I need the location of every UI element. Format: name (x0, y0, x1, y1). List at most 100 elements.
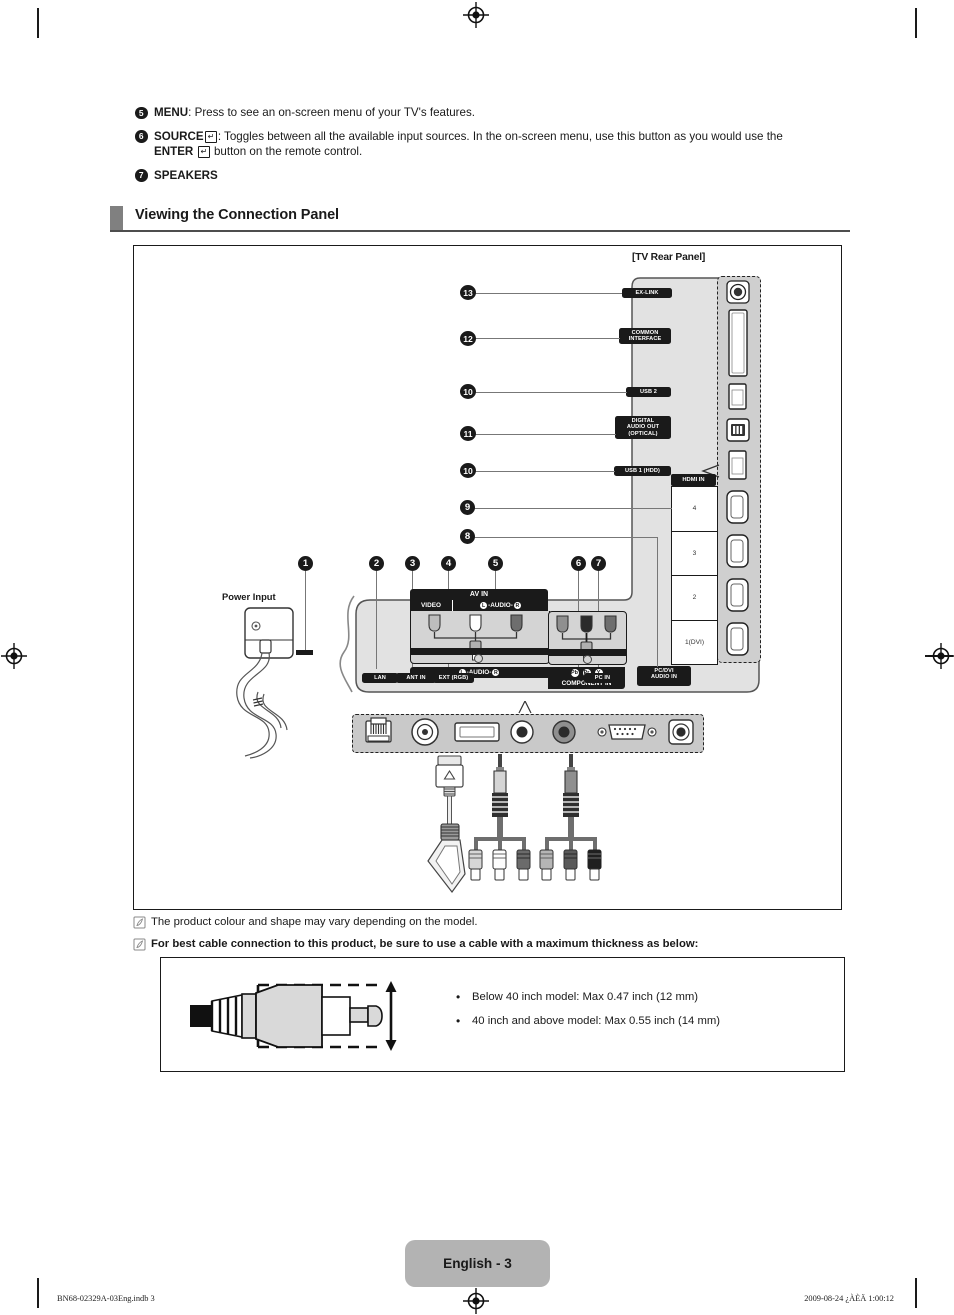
list-item: 5 MENU: Press to see an on-screen menu o… (135, 105, 835, 121)
notes-list: The product colour and shape may vary de… (133, 915, 853, 959)
callout-11: 11 (460, 426, 476, 441)
thickness-text: 40 inch and above model: Max 0.55 inch (… (472, 1015, 721, 1027)
hdmi-in-column: 4 3 2 1(DVI) (671, 486, 718, 665)
callout-6: 6 (571, 556, 586, 571)
list-item: 7 SPEAKERS (135, 168, 835, 184)
callout-10-usb2: 10 (460, 384, 476, 399)
callout-9: 9 (460, 500, 475, 515)
bullet-text: SOURCE ↵: Toggles between all the availab… (154, 129, 835, 160)
section-accent-bar (110, 206, 123, 230)
registration-mark-left (1, 643, 27, 669)
registration-mark-right (928, 643, 954, 669)
crop-mark-bottom-left (37, 1278, 39, 1308)
leader-line-lan (376, 571, 378, 669)
power-cable-graphic (229, 604, 324, 759)
hdmi-cell-4: 4 (672, 487, 717, 532)
chip-common-interface: COMMON INTERFACE (619, 328, 671, 345)
chip-ext-rgb: EXT (RGB) (433, 673, 474, 683)
enter-label: ENTER (154, 145, 194, 158)
strip-up-arrow (518, 700, 532, 715)
av-in-subheader: VIDEO L -AUDIO- R (410, 600, 548, 611)
callout-12: 12 (460, 331, 476, 346)
leader-line-usb1 (474, 470, 615, 472)
footer-timestamp: 2009-08-24 ¿ÀÈÄ 1:00:12 (804, 1294, 894, 1303)
leader-ex-link-line-2 (474, 292, 622, 294)
callout-7: 7 (591, 556, 606, 571)
chip-digital-audio-out: DIGITAL AUDIO OUT (OPTICAL) (615, 416, 671, 439)
av-in-jack-area (410, 611, 550, 664)
leader-line-avin (495, 571, 497, 589)
chip-ant-in: ANT IN (396, 673, 436, 683)
hdmi-cell-2: 2 (672, 576, 717, 621)
audio-left-icon: L (480, 602, 488, 609)
callout-4: 4 (441, 556, 456, 571)
bullet-number-7: 7 (135, 169, 152, 183)
bullet-badge: 5 (135, 106, 148, 119)
source-label: SOURCE (154, 129, 204, 143)
callout-5: 5 (488, 556, 503, 571)
page-number-badge: English - 3 (405, 1240, 550, 1287)
bullet-dot: • (456, 1014, 461, 1028)
video-label: VIDEO (410, 600, 453, 611)
callout-10-usb1: 10 (460, 463, 476, 478)
side-connector-ports (719, 278, 757, 659)
leader-line-usb2 (474, 391, 627, 393)
enter-description: button on the remote control. (213, 145, 363, 158)
cable-illustrations (424, 754, 609, 904)
menu-label: MENU (154, 106, 189, 119)
registration-mark-bottom (463, 1288, 489, 1314)
note-icon (133, 938, 151, 951)
note-text: The product colour and shape may vary de… (151, 916, 478, 928)
leader-line-digital-audio-out (474, 433, 616, 435)
power-input-label: Power Input (222, 591, 276, 602)
leader-line-common-interface (474, 338, 620, 340)
tv-rear-panel-label: [TV Rear Panel] (632, 252, 706, 263)
component-in-jack-area (548, 611, 627, 665)
component-pb-icon: Pb (570, 668, 579, 677)
hdmi-cell-3: 3 (672, 532, 717, 576)
component-screw-icon (583, 655, 592, 664)
audio-label-group: L -AUDIO- R (453, 600, 548, 611)
registration-mark-top (463, 2, 489, 28)
chip-pc-in: PC IN (584, 673, 621, 683)
callout-3: 3 (405, 556, 420, 571)
thickness-items: • Below 40 inch model: Max 0.47 inch (12… (456, 990, 720, 1038)
bullet-dot: • (456, 990, 461, 1004)
leader-line-pcdvi-vert (657, 536, 659, 667)
note-icon (133, 916, 151, 929)
cable-thickness-box: • Below 40 inch model: Max 0.47 inch (12… (160, 957, 845, 1072)
thickness-text: Below 40 inch model: Max 0.47 inch (12 m… (472, 991, 699, 1003)
note-row: The product colour and shape may vary de… (133, 915, 853, 930)
hdmi-cell-1-dvi: 1(DVI) (684, 638, 705, 646)
crop-mark-top-right (915, 8, 917, 38)
crop-mark-top-left (37, 8, 39, 38)
callout-2: 2 (369, 556, 384, 571)
bullet-badge: 7 (135, 169, 148, 182)
audio-right-icon: R (513, 602, 521, 609)
chip-ex-link: EX-LINK (622, 288, 672, 298)
panel-cut-line (330, 594, 362, 694)
list-item: 6 SOURCE ↵: Toggles between all the avail… (135, 129, 835, 160)
enter-key-icon: ↵ (204, 130, 217, 143)
speakers-label: SPEAKERS (154, 168, 218, 182)
list-item: • Below 40 inch model: Max 0.47 inch (12… (456, 990, 720, 1005)
audio-text: -AUDIO- (488, 602, 513, 609)
bullet-badge: 6 (135, 130, 148, 143)
note-row: For best cable connection to this produc… (133, 937, 853, 952)
chip-usb2: USB 2 (626, 387, 671, 397)
list-item: • 40 inch and above model: Max 0.55 inch… (456, 1014, 720, 1029)
section-heading: Viewing the Connection Panel (110, 206, 850, 233)
cable-thickness-graphic (186, 975, 441, 1057)
page-title: Viewing the Connection Panel (135, 207, 339, 223)
av-in-screw-icon (474, 654, 483, 663)
footer-file-id: BN68-02329A-03Eng.indb 3 (57, 1294, 155, 1303)
crop-mark-bottom-right (915, 1278, 917, 1308)
leader-line-pcdvi-horiz (474, 536, 658, 538)
source-description: : Toggles between all the available inpu… (217, 129, 783, 143)
connection-panel-diagram: [TV Rear Panel] EX-LINK 13 COMMON INTERF… (133, 245, 842, 910)
bullet-number-6: 6 (135, 130, 152, 144)
feature-bullet-list: 5 MENU: Press to see an on-screen menu o… (135, 105, 835, 191)
chip-pc-dvi-audio-in: PC/DVI AUDIO IN (637, 666, 691, 687)
enter-key-icon: ↵ (197, 146, 210, 158)
audio-right-icon-2: R (492, 669, 500, 676)
